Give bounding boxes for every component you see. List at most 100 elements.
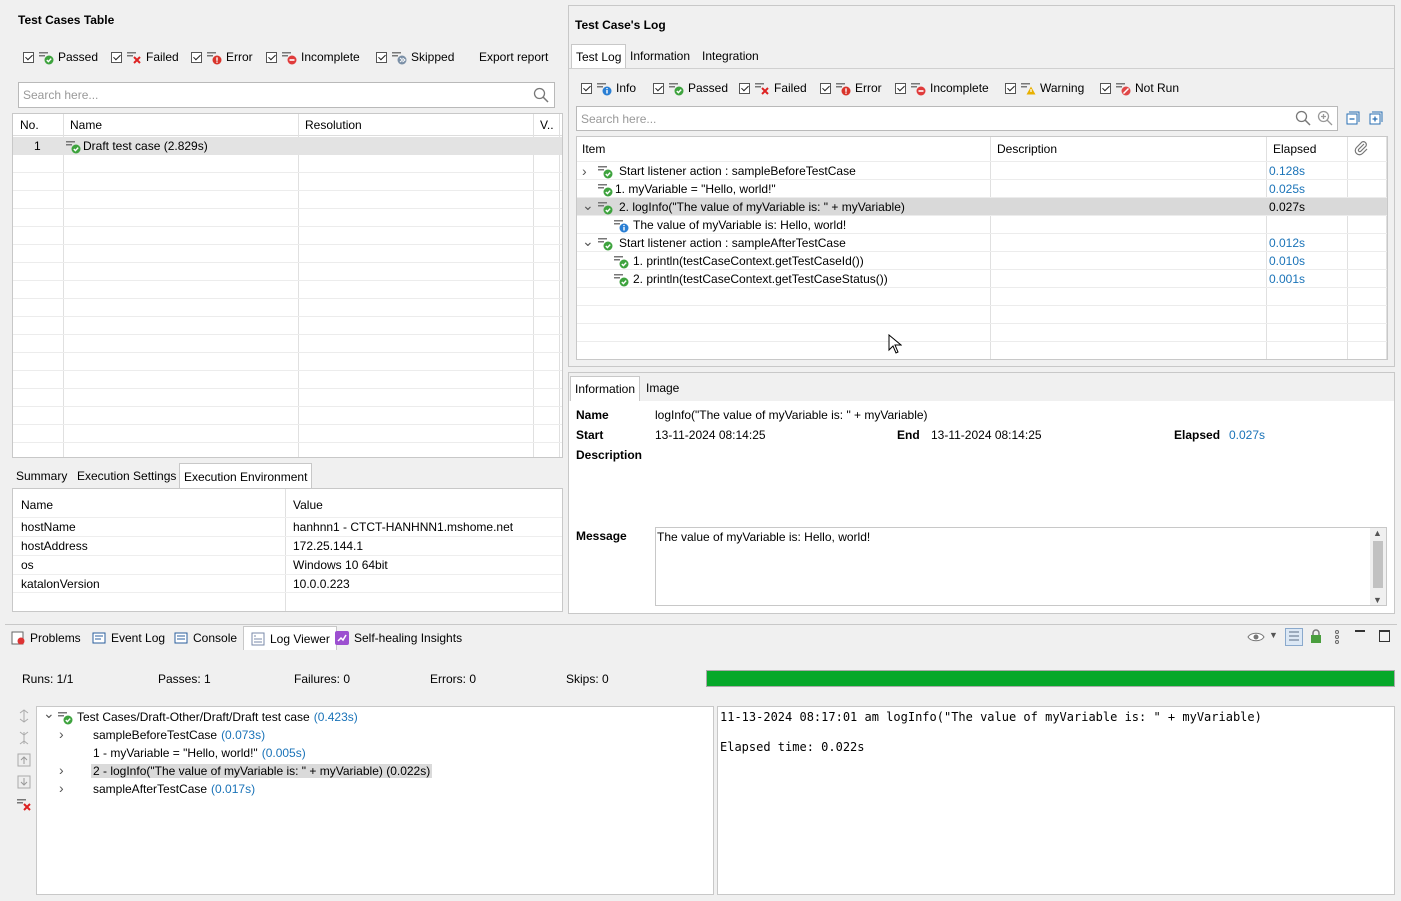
col-v[interactable]: V..	[540, 118, 554, 132]
table-row: katalonVersion 10.0.0.223	[13, 574, 562, 593]
tab-information[interactable]: Information	[570, 376, 641, 401]
checkbox[interactable]	[376, 51, 387, 63]
filter-failed[interactable]: Failed	[739, 80, 807, 96]
log-tree-table: Item Description Elapsed › Start listener…	[576, 136, 1388, 360]
col-description[interactable]: Description	[997, 142, 1057, 156]
filter-incomplete[interactable]: Incomplete	[266, 49, 360, 65]
tree-layout-icon[interactable]	[1285, 628, 1303, 646]
scroll-down-icon[interactable]: ▼	[1373, 595, 1382, 605]
empty-row	[13, 425, 562, 443]
search-icon[interactable]	[533, 87, 549, 103]
checkbox[interactable]	[191, 51, 202, 63]
dropdown-icon[interactable]: ▼	[1269, 630, 1278, 640]
empty-row	[13, 371, 562, 389]
log-row[interactable]: ⌄ Start listener action : sampleAfterTest…	[577, 233, 1387, 251]
tab-test-log[interactable]: Test Log	[571, 44, 627, 68]
maximize-icon[interactable]	[1379, 630, 1390, 642]
chevron-down-icon[interactable]: ⌄	[43, 706, 55, 720]
scroll-up-icon[interactable]: ▲	[1373, 528, 1382, 538]
checkbox[interactable]	[820, 82, 831, 94]
chevron-right-icon[interactable]: ›	[582, 164, 592, 178]
log-item-text: The value of myVariable is: Hello, world…	[633, 218, 847, 232]
checkbox[interactable]	[739, 82, 750, 94]
tab-information[interactable]: Information	[626, 46, 694, 66]
log-search-input[interactable]: Search here...	[576, 106, 1338, 131]
filter-not-run[interactable]: Not Run	[1100, 80, 1179, 96]
filter-skipped[interactable]: Skipped	[376, 49, 454, 65]
tab-log-viewer[interactable]: Log Viewer	[243, 626, 337, 650]
log-row[interactable]: 1. println(testCaseContext.getTestCaseId…	[577, 251, 1387, 269]
table-row: hostName hanhnn1 - CTCT-HANHNN1.mshome.n…	[13, 517, 562, 536]
chevron-down-icon[interactable]: ⌄	[582, 198, 594, 212]
checkbox[interactable]	[266, 51, 277, 63]
filter-incomplete[interactable]: Incomplete	[895, 80, 989, 96]
advanced-search-icon[interactable]	[1317, 110, 1333, 126]
passed-icon	[598, 238, 613, 251]
tab-execution-environment[interactable]: Execution Environment	[179, 463, 313, 488]
search-icon[interactable]	[1295, 110, 1311, 126]
table-row[interactable]: 1 Draft test case (2.829s)	[13, 137, 562, 155]
col-resolution[interactable]: Resolution	[305, 118, 362, 132]
log-row[interactable]: 2. println(testCaseContext.getTestCaseSt…	[577, 269, 1387, 287]
collapse-tree-icon[interactable]	[16, 730, 32, 746]
log-row[interactable]: › Start listener action : sampleBeforeTes…	[577, 161, 1387, 179]
chevron-right-icon[interactable]: ›	[59, 727, 69, 741]
tab-image[interactable]: Image	[642, 378, 683, 398]
checkbox[interactable]	[895, 82, 906, 94]
log-row[interactable]: The value of myVariable is: Hello, world…	[577, 215, 1387, 233]
filter-passed[interactable]: Passed	[653, 80, 728, 96]
minimize-icon[interactable]	[1355, 630, 1365, 632]
tab-summary[interactable]: Summary	[12, 466, 71, 486]
filter-error[interactable]: Error	[820, 80, 882, 96]
chevron-right-icon[interactable]: ›	[59, 781, 69, 795]
search-input[interactable]: Search here...	[18, 82, 555, 108]
checkbox[interactable]	[23, 51, 34, 63]
checkbox[interactable]	[1005, 82, 1016, 94]
filter-passed[interactable]: Passed	[23, 49, 98, 65]
checkbox[interactable]	[581, 82, 592, 94]
log-row[interactable]: 1. myVariable = "Hello, world!" 0.025s	[577, 179, 1387, 197]
checkbox[interactable]	[111, 51, 122, 63]
tab-console[interactable]: Console	[173, 630, 237, 646]
filter-failed[interactable]: Failed	[111, 49, 179, 65]
col-elapsed[interactable]: Elapsed	[1273, 142, 1316, 156]
filter-info[interactable]: Info	[581, 80, 636, 96]
collapse-all-icon[interactable]	[1346, 111, 1360, 125]
show-failures-icon[interactable]	[16, 796, 32, 812]
checkbox[interactable]	[653, 82, 664, 94]
start-label: Start	[576, 428, 604, 442]
tab-execution-settings[interactable]: Execution Settings	[73, 466, 180, 486]
log-elapsed: 0.027s	[1269, 200, 1306, 214]
tab-integration[interactable]: Integration	[698, 46, 763, 66]
more-options-icon[interactable]	[1333, 629, 1341, 645]
filter-error[interactable]: Error	[191, 49, 253, 65]
tree-node[interactable]: › sampleBeforeTestCase (0.073s)	[37, 726, 713, 744]
scrollbar[interactable]: ▲ ▼	[1370, 528, 1386, 605]
tab-problems[interactable]: Problems	[10, 630, 81, 646]
export-report-link[interactable]: Export report	[479, 50, 548, 64]
tree-node-label: Test Cases/Draft-Other/Draft/Draft test …	[77, 710, 358, 724]
expand-all-icon[interactable]	[1369, 111, 1383, 125]
col-no[interactable]: No.	[20, 118, 39, 132]
chevron-right-icon[interactable]: ›	[59, 763, 69, 777]
log-row[interactable]: ⌄ 2. logInfo("The value of myVariable is:…	[577, 197, 1387, 215]
tree-node[interactable]: › sampleAfterTestCase (0.017s)	[37, 780, 713, 798]
log-elapsed: 0.012s	[1269, 236, 1306, 250]
chevron-down-icon[interactable]: ⌄	[582, 234, 594, 248]
next-icon[interactable]	[16, 774, 32, 790]
tree-node[interactable]: 1 - myVariable = "Hello, world!" (0.005s)	[37, 744, 713, 762]
tree-node[interactable]: ⌄ Test Cases/Draft-Other/Draft/Draft test…	[37, 706, 713, 726]
col-item[interactable]: Item	[582, 142, 605, 156]
filter-warning[interactable]: Warning	[1005, 80, 1084, 96]
log-item-text: 2. logInfo("The value of myVariable is: …	[619, 200, 905, 214]
expand-tree-icon[interactable]	[16, 708, 32, 724]
col-name[interactable]: Name	[70, 118, 102, 132]
tab-event-log[interactable]: Event Log	[91, 630, 165, 646]
tree-node[interactable]: › 2 - logInfo("The value of myVariable is…	[37, 762, 713, 780]
checkbox[interactable]	[1100, 82, 1111, 94]
lock-icon[interactable]	[1308, 628, 1324, 644]
eye-icon[interactable]	[1247, 630, 1265, 644]
tab-self-healing-insights[interactable]: Self-healing Insights	[334, 630, 462, 646]
previous-icon[interactable]	[16, 752, 32, 768]
message-textarea[interactable]: The value of myVariable is: Hello, world…	[655, 527, 1387, 606]
